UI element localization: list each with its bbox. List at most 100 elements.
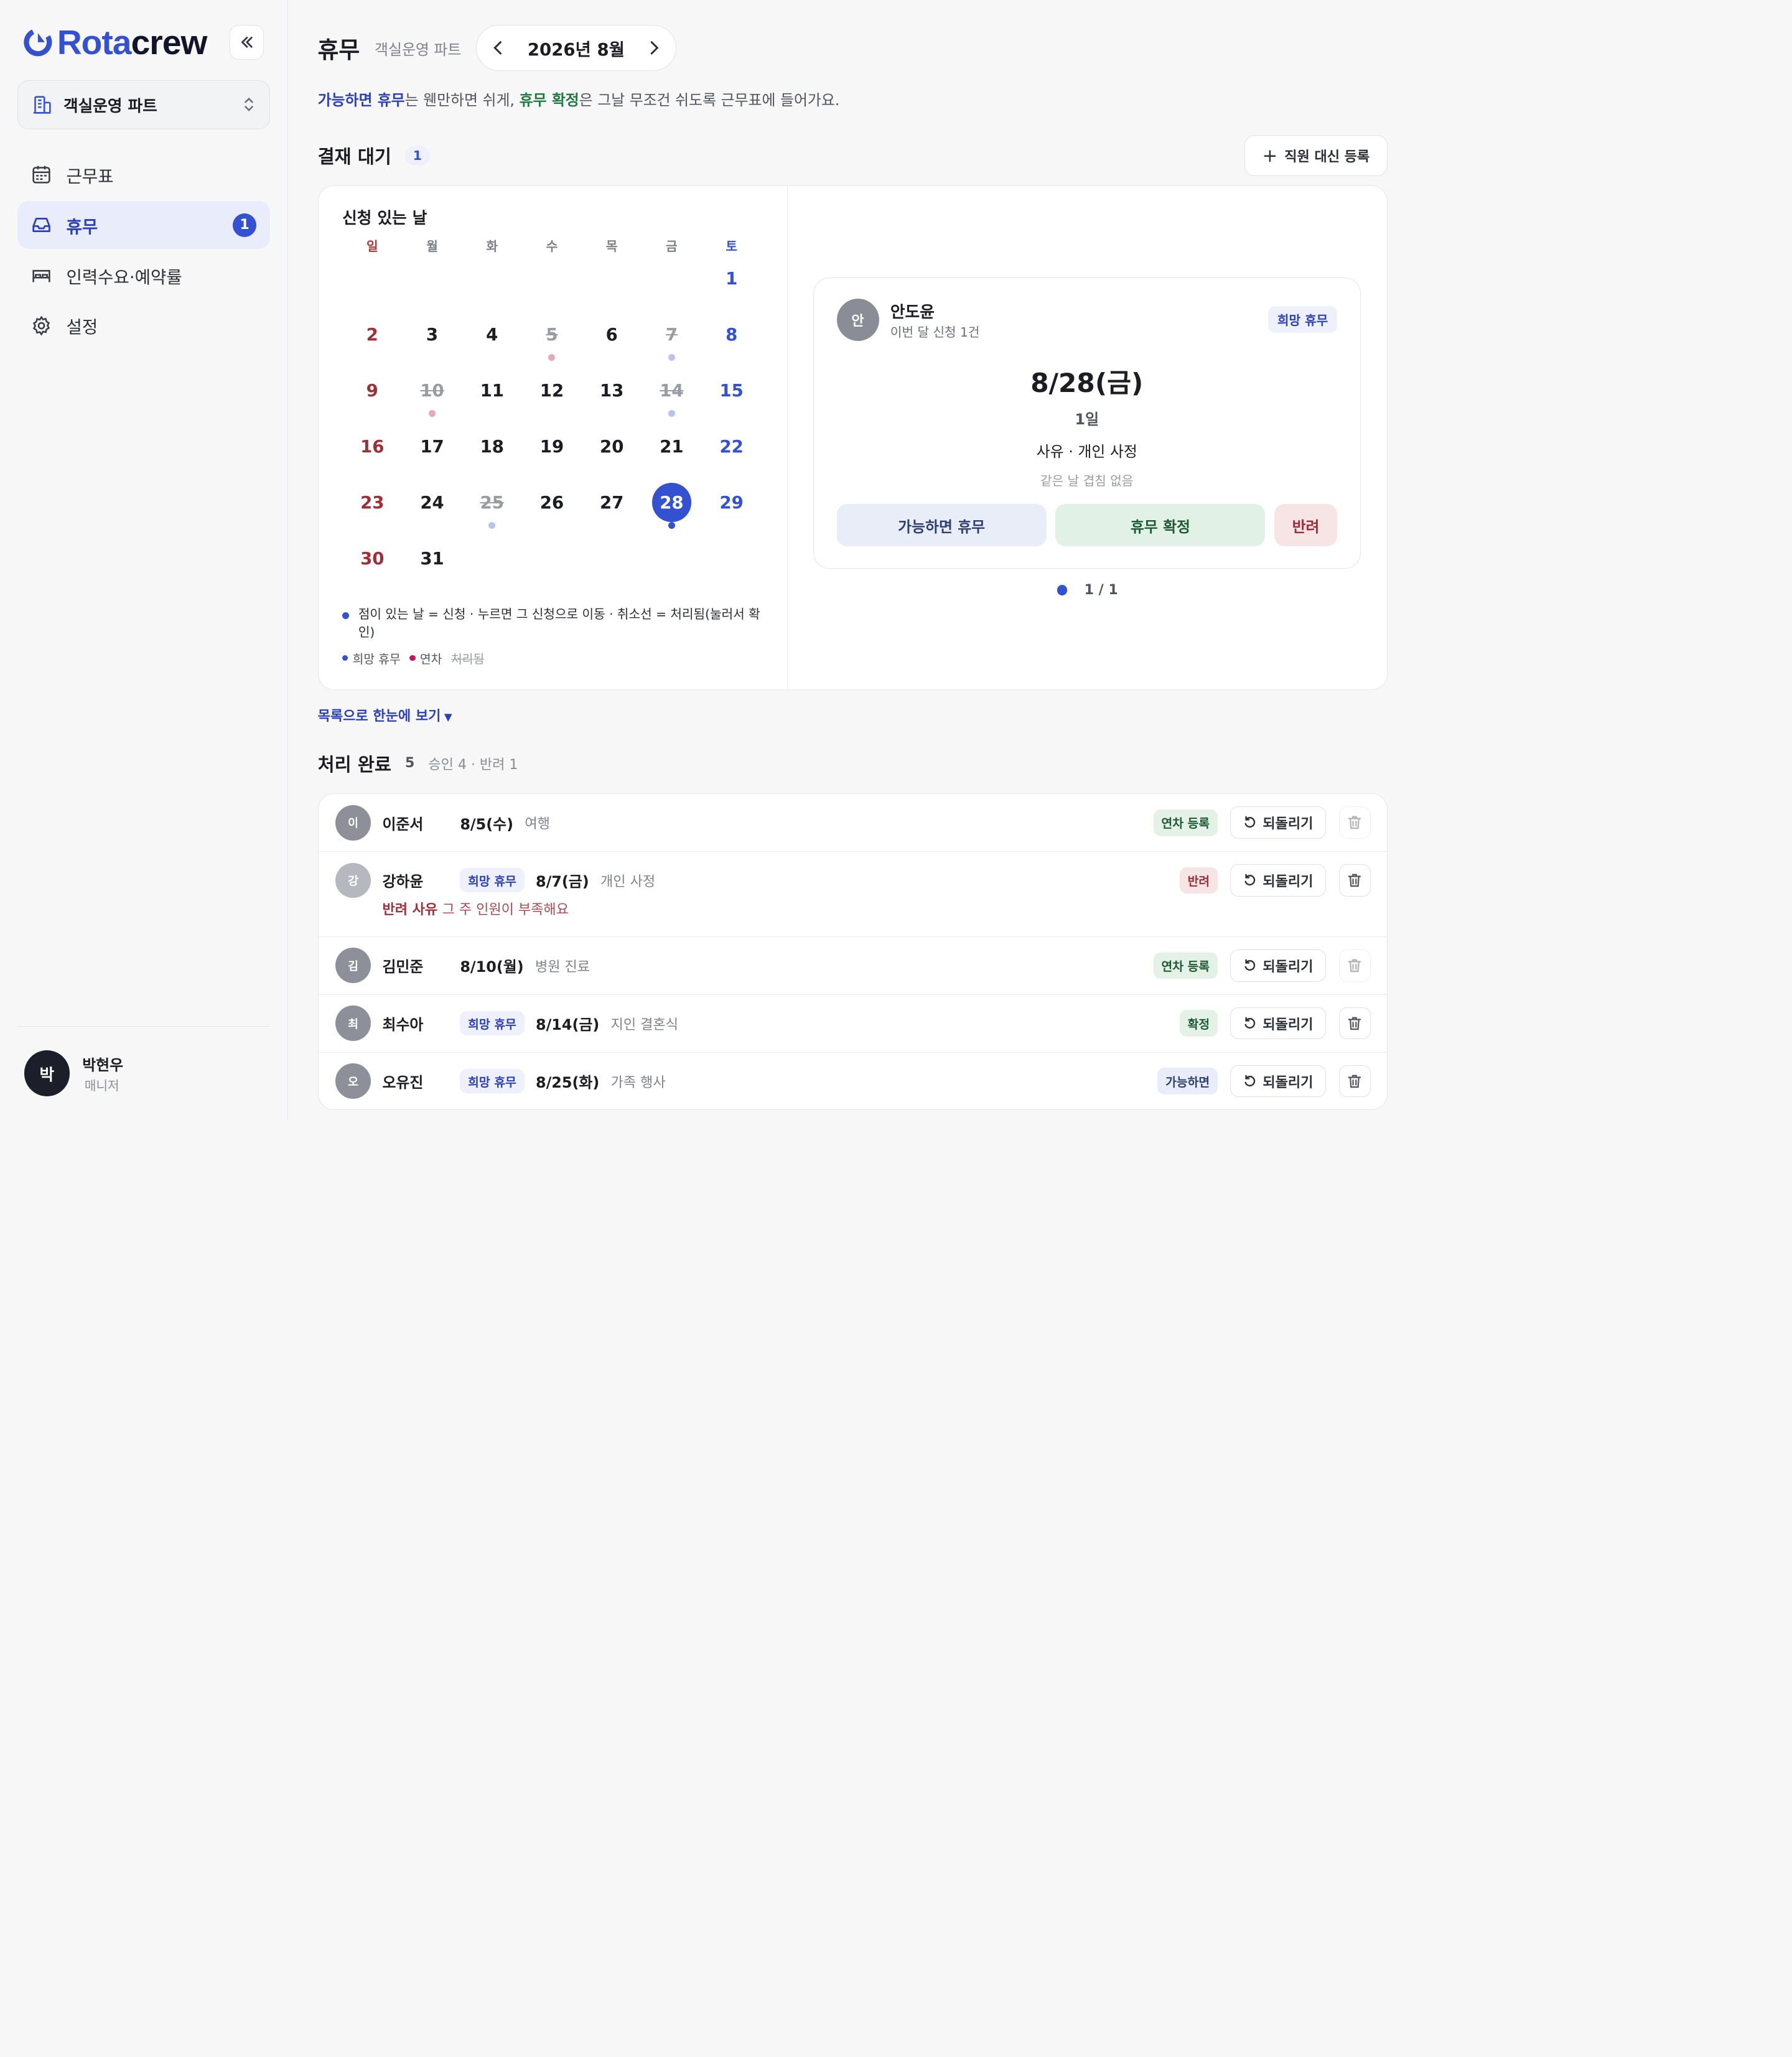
done-row: 김 김민준 8/10(월) 병원 진료 연차 등록 되돌리기: [318, 937, 1387, 995]
request-dot: [548, 353, 556, 361]
calendar-day: 15: [702, 369, 762, 425]
pending-section-header: 결재 대기 1 + 직원 대신 등록: [318, 134, 1388, 176]
request-dot: [668, 409, 675, 417]
undo-button[interactable]: 되돌리기: [1230, 806, 1327, 839]
page-subtitle: 객실운영 파트: [375, 40, 462, 58]
calendar-day: 6: [582, 313, 642, 369]
calendar-day: 19: [522, 425, 582, 481]
avatar: 이: [335, 805, 371, 841]
calendar-legend: 점이 있는 날 = 신청 · 누르면 그 신청으로 이동 · 취소선 = 처리됨…: [342, 604, 763, 640]
undo-icon: [1244, 959, 1256, 971]
calendar-day[interactable]: 10: [402, 369, 462, 425]
employee-name: 최수아: [382, 1016, 424, 1034]
weekday-header: 일: [366, 238, 378, 254]
calendar-title: 신청 있는 날: [342, 208, 427, 228]
calendar-day-number: 13: [600, 380, 624, 401]
calendar-day: 4: [462, 313, 522, 369]
legend-keys: 희망 휴무 연차 처리됨: [342, 650, 763, 667]
calendar-day[interactable]: 14: [642, 369, 701, 425]
trash-icon: [1348, 874, 1361, 887]
calendar-day-number: 18: [480, 436, 504, 457]
undo-button[interactable]: 되돌리기: [1230, 949, 1327, 982]
calendar-day-number: 28: [652, 483, 691, 522]
plus-icon: +: [1262, 144, 1278, 166]
request-reason: 병원 진료: [534, 959, 590, 975]
calendar-day[interactable]: 5: [522, 313, 582, 369]
calendar-day-number: 4: [486, 324, 498, 345]
proxy-register-button[interactable]: + 직원 대신 등록: [1244, 134, 1388, 176]
calendar-day: 2: [342, 313, 402, 369]
legend-leave-label: 연차: [419, 651, 442, 666]
list-view-label: 목록으로 한눈에 보기: [317, 709, 441, 725]
done-count: 5: [404, 755, 415, 772]
reject-reason-text: 그 주 인원이 부족해요: [442, 902, 569, 918]
status-badge: 연차 등록: [1153, 809, 1218, 836]
calendar-grid: 일 월 화 수 목 금 토 1 2 3 4 5 6 7 8 9 10 11 12 13 14 15 16 17 18 19 20 21…: [342, 236, 763, 593]
calendar-empty-cell: [462, 257, 522, 313]
calendar-empty-cell: [402, 257, 462, 313]
calendar-day[interactable]: 7: [642, 313, 701, 369]
status-badge: 연차 등록: [1153, 952, 1218, 979]
delete-button[interactable]: [1338, 949, 1371, 982]
calendar-day: 26: [522, 481, 582, 537]
calendar-day: 11: [462, 369, 522, 425]
legend-text: 점이 있는 날 = 신청 · 누르면 그 신청으로 이동 · 취소선 = 처리됨…: [358, 606, 760, 640]
calendar-empty-cell: [342, 257, 402, 313]
calendar-empty-cell: [522, 257, 582, 313]
pager-dot[interactable]: [1057, 585, 1068, 595]
delete-button[interactable]: [1338, 1065, 1371, 1098]
month-navigator: 2026년 8월: [476, 25, 676, 71]
calendar-day-number: 26: [539, 492, 564, 513]
request-reason: 개인 사정: [600, 874, 656, 890]
calendar-day-number: 24: [420, 492, 444, 513]
calendar-day: 22: [702, 425, 762, 481]
approve-maybe-button[interactable]: 가능하면 휴무: [836, 504, 1047, 547]
approve-confirm-button[interactable]: 휴무 확정: [1055, 504, 1266, 547]
calendar-day-number: 10: [420, 380, 444, 401]
calendar-day: 13: [582, 369, 642, 425]
page-title: 휴무: [317, 37, 360, 64]
done-row: 강 강하윤 희망 휴무 8/7(금) 개인 사정 반려 되돌리기 반려 사유 그 주 인원이 부…: [318, 852, 1387, 937]
list-view-toggle[interactable]: 목록으로 한눈에 보기 ▼: [318, 705, 1388, 725]
calendar-day: 30: [342, 537, 402, 593]
calendar-empty-cell: [582, 257, 642, 313]
calendar-day-number: 8: [726, 324, 738, 345]
legend-done: 처리됨: [451, 651, 485, 666]
request-reason: 사유 · 개인 사정: [1036, 442, 1137, 460]
undo-label: 되돌리기: [1262, 874, 1314, 890]
avatar: 안: [836, 298, 879, 341]
undo-button[interactable]: 되돌리기: [1230, 1007, 1327, 1040]
calendar-day: 8: [702, 313, 762, 369]
delete-button[interactable]: [1338, 1007, 1371, 1040]
undo-button[interactable]: 되돌리기: [1230, 1065, 1327, 1098]
calendar-day-number: 3: [426, 324, 439, 345]
calendar-day[interactable]: 28: [642, 481, 701, 537]
employee-name: 이준서: [382, 815, 424, 833]
trash-icon: [1348, 1075, 1361, 1088]
next-month-icon[interactable]: [646, 40, 662, 56]
calendar-day-number: 11: [480, 380, 504, 401]
prev-month-icon[interactable]: [490, 40, 506, 56]
calendar-day: 20: [582, 425, 642, 481]
reject-button[interactable]: 반려: [1274, 504, 1337, 547]
calendar-day: 23: [342, 481, 402, 537]
reject-reason: 반려 사유 그 주 인원이 부족해요: [382, 898, 1371, 936]
request-pager: 1 / 1: [788, 582, 1386, 598]
legend-leave: 연차: [409, 650, 442, 667]
delete-button[interactable]: [1338, 864, 1371, 897]
calendar-day-number: 21: [660, 436, 684, 457]
calendar-day: 12: [522, 369, 582, 425]
calendar-day: 3: [402, 313, 462, 369]
calendar-day-number: 9: [366, 380, 378, 401]
weekday-header: 월: [426, 238, 438, 254]
weekday-header: 수: [546, 238, 558, 254]
request-date: 8/7(금): [535, 873, 589, 891]
undo-button[interactable]: 되돌리기: [1230, 864, 1327, 897]
calendar-day[interactable]: 25: [462, 481, 522, 537]
delete-button[interactable]: [1338, 806, 1371, 839]
employee-name: 강하윤: [382, 873, 424, 891]
calendar-day: 24: [402, 481, 462, 537]
calendar-day-number: 23: [360, 492, 385, 513]
current-month: 2026년 8월: [527, 40, 625, 60]
calendar-day: 31: [402, 537, 462, 593]
